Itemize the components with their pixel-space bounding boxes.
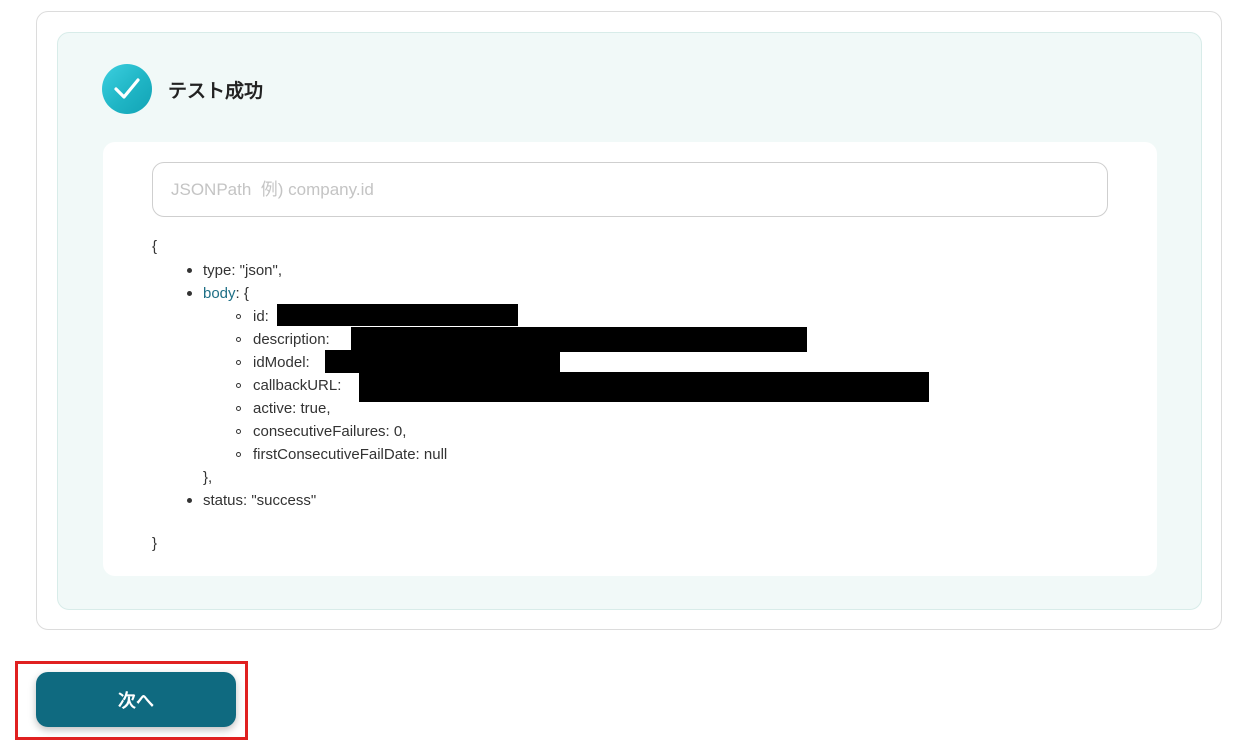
check-circle-icon [102, 64, 152, 114]
json-body-line: body: { [203, 282, 249, 305]
bullet-disc [187, 268, 192, 273]
json-body-open: : { [235, 285, 249, 302]
json-field-idModel: idModel: [253, 354, 310, 371]
bullet-circle [236, 314, 241, 319]
json-field-callbackURL: callbackURL: [253, 377, 342, 394]
json-close-brace: } [152, 535, 158, 552]
redacted-block [325, 350, 560, 373]
test-success-title: テスト成功 [168, 81, 264, 102]
json-open-brace: { [152, 238, 158, 255]
json-field-active: active: true, [253, 400, 331, 417]
redacted-block [277, 304, 518, 326]
bullet-disc [187, 498, 192, 503]
json-status-line: status: "success" [203, 492, 317, 509]
next-button[interactable]: 次へ [36, 672, 236, 727]
json-type-line: type: "json", [203, 262, 283, 279]
bullet-circle [236, 429, 241, 434]
bullet-circle [236, 383, 241, 388]
json-field-description: description: [253, 331, 330, 348]
redacted-block [351, 327, 807, 352]
jsonpath-input[interactable] [152, 162, 1108, 217]
json-field-firstConsecutiveFailDate: firstConsecutiveFailDate: null [253, 446, 448, 463]
bullet-circle [236, 360, 241, 365]
bullet-circle [236, 406, 241, 411]
json-field-id: id: [253, 308, 269, 325]
bullet-circle [236, 452, 241, 457]
json-body-key-link[interactable]: body [203, 285, 236, 302]
json-field-consecutiveFailures: consecutiveFailures: 0, [253, 423, 407, 440]
bullet-disc [187, 291, 192, 296]
bullet-circle [236, 337, 241, 342]
json-body-close: }, [203, 469, 213, 486]
redacted-block [359, 372, 929, 402]
